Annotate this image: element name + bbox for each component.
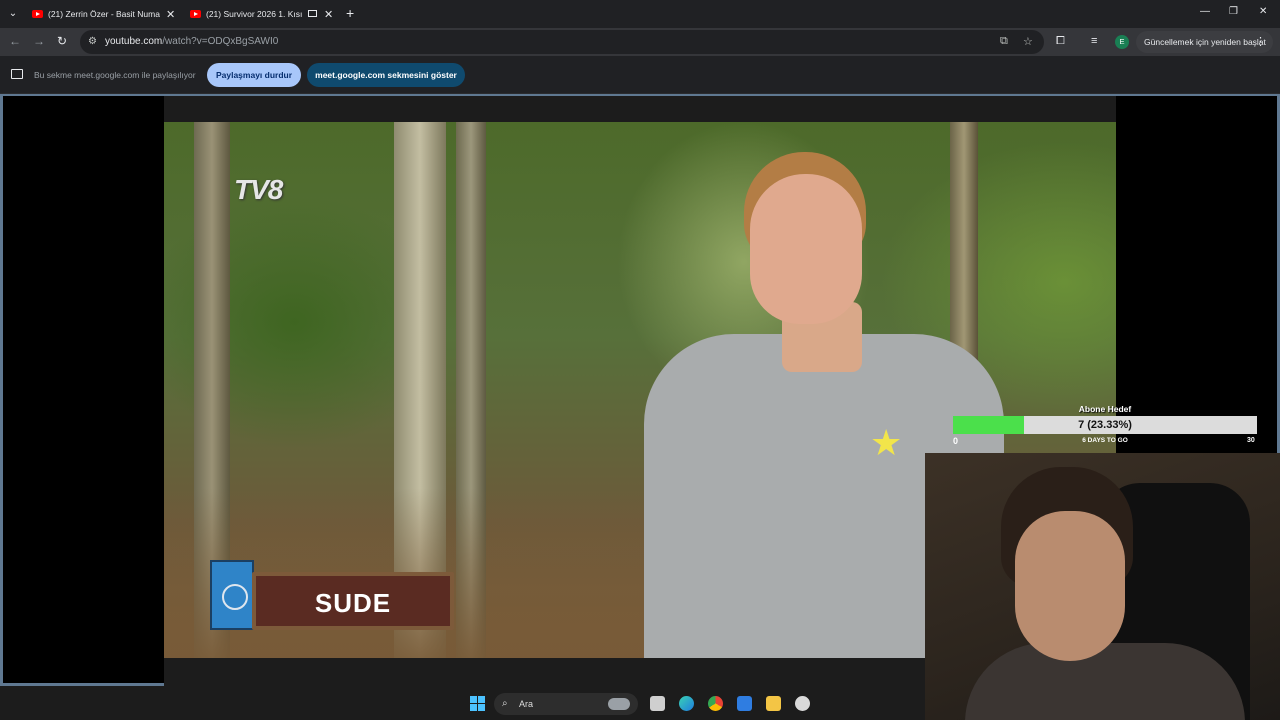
search-label: Ara — [519, 699, 534, 709]
search-icon: ⌕ — [502, 698, 508, 709]
url-text[interactable]: youtube.com/watch?v=ODQxBgSAWI0 — [105, 36, 278, 47]
taskbar-search[interactable]: ⌕ Ara — [494, 693, 638, 715]
stop-sharing-button[interactable]: Paylaşmayı durdur — [207, 63, 301, 87]
update-restart-button[interactable]: Güncellemek için yeniden başlat ⋮ — [1136, 31, 1273, 53]
contestant-name-tag: SUDE — [210, 560, 466, 638]
tab-sharing-icon — [308, 10, 317, 17]
streamer-body — [965, 643, 1245, 720]
task-view-icon[interactable] — [650, 696, 665, 711]
search-highlight-icon — [608, 698, 630, 710]
media-controls-icon[interactable]: ≡ — [1091, 35, 1097, 47]
tab-title: (21) Survivor 2026 1. Kısım — [206, 9, 302, 19]
youtube-icon — [190, 10, 201, 18]
tab-title: (21) Zerrin Özer - Basit Numara — [48, 9, 160, 19]
goal-progress-bar: 7 (23.33%) — [953, 416, 1257, 434]
close-window-button[interactable]: ✕ — [1259, 6, 1267, 17]
goal-title: Abone Hedef — [1078, 404, 1132, 414]
show-meet-tab-button[interactable]: meet.google.com sekmesini göster — [307, 63, 465, 87]
sharing-notice: Bu sekme meet.google.com ile paylaşılıyo… — [34, 70, 196, 80]
site-info-icon[interactable]: ⚙ — [88, 36, 97, 47]
new-tab-button[interactable]: + — [346, 5, 354, 21]
team-flag-icon — [210, 560, 254, 630]
youtube-icon — [32, 10, 43, 18]
webcam-overlay — [925, 453, 1280, 720]
bookmark-star-icon[interactable]: ☆ — [1023, 35, 1033, 48]
contestant-name: SUDE — [314, 588, 392, 618]
tv8-logo: TV8 — [234, 174, 283, 205]
tab-survivor[interactable]: (21) Survivor 2026 1. Kısım ✕ — [190, 4, 340, 24]
browser-toolbar: ← → ↻ ⚙ youtube.com/watch?v=ODQxBgSAWI0 … — [0, 28, 1280, 56]
tab-strip: ⌄ (21) Zerrin Özer - Basit Numara ✕ (21)… — [0, 0, 1280, 28]
star-badge-icon: ★ — [870, 422, 903, 463]
streamer-face — [1015, 511, 1125, 661]
url-host: youtube.com — [105, 36, 163, 47]
edge-icon[interactable] — [679, 696, 694, 711]
screen: ⌄ (21) Zerrin Özer - Basit Numara ✕ (21)… — [0, 0, 1280, 720]
goal-days-left: 6 DAYS TO GO — [1082, 437, 1128, 444]
tab-close-icon[interactable]: ✕ — [324, 8, 333, 21]
tab-close-icon[interactable]: ✕ — [166, 8, 175, 21]
goal-min: 0 — [953, 436, 959, 446]
app-icon[interactable] — [795, 696, 810, 711]
install-app-icon[interactable]: ⧉ — [1000, 35, 1008, 48]
more-menu-icon[interactable]: ⋮ — [1255, 31, 1266, 53]
screen-share-icon — [11, 69, 23, 79]
file-explorer-icon[interactable] — [766, 696, 781, 711]
goal-max: 30 — [1247, 437, 1255, 444]
address-bar[interactable]: ⚙ youtube.com/watch?v=ODQxBgSAWI0 ⧉ ☆ — [80, 30, 1044, 54]
tab-zerrin-ozer[interactable]: (21) Zerrin Özer - Basit Numara ✕ — [32, 4, 180, 24]
windows-taskbar: ⌕ Ara — [0, 686, 925, 720]
url-path: /watch?v=ODQxBgSAWI0 — [162, 36, 279, 47]
mail-icon[interactable] — [737, 696, 752, 711]
forward-icon[interactable]: → — [33, 34, 45, 48]
start-button[interactable] — [470, 696, 485, 711]
goal-progress-text: 7 (23.33%) — [1078, 419, 1132, 431]
tab-sharing-bar: Bu sekme meet.google.com ile paylaşılıyo… — [0, 56, 1280, 94]
extensions-icon[interactable]: ⧠ — [1056, 35, 1065, 48]
reload-icon[interactable]: ↻ — [57, 34, 67, 48]
update-label: Güncellemek için yeniden başlat — [1144, 37, 1266, 47]
tab-search-chevron-icon[interactable]: ⌄ — [4, 5, 22, 23]
minimize-button[interactable]: — — [1200, 6, 1210, 17]
contestant-face — [750, 174, 862, 324]
back-icon[interactable]: ← — [9, 34, 21, 48]
chrome-icon[interactable] — [708, 696, 723, 711]
restore-button[interactable]: ❐ — [1229, 6, 1238, 17]
profile-avatar[interactable]: E — [1115, 35, 1129, 49]
